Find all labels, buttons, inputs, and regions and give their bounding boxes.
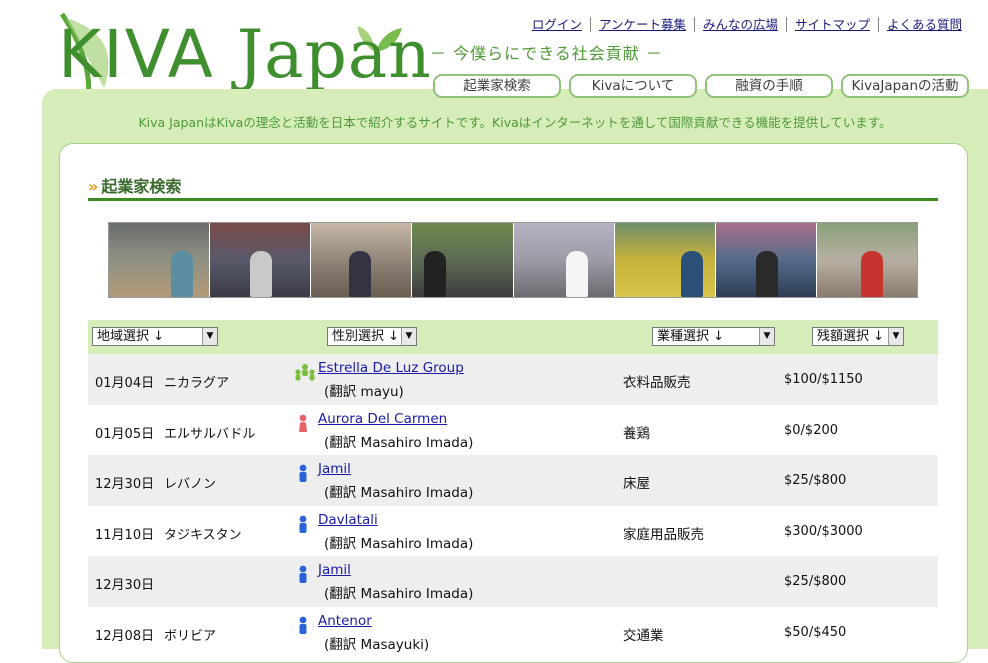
top-links: ログイン アンケート募集 みんなの広場 サイトマップ よくある質問 <box>524 14 970 33</box>
section-title: » 起業家検索 <box>88 177 182 196</box>
dropdown-arrow-icon: ▼ <box>888 328 903 345</box>
country: ニカラグア <box>164 376 230 391</box>
country: タジキスタン <box>164 527 242 543</box>
male-icon <box>299 464 307 482</box>
region-select[interactable]: 地域選択 ↓ ▼ <box>92 327 218 346</box>
translator: (翻訳 mayu) <box>324 384 404 400</box>
country: ボリビア <box>164 628 217 644</box>
entrepreneur-photo-strip <box>108 222 918 298</box>
entrepreneur-name-link[interactable]: Aurora Del Carmen <box>318 411 447 427</box>
faq-link[interactable]: よくある質問 <box>877 17 970 32</box>
country: エルサルバドル <box>164 426 256 442</box>
entrepreneur-photo[interactable] <box>109 223 211 297</box>
post-date: 01月04日 <box>95 376 155 391</box>
male-icon <box>299 565 307 583</box>
table-row: 01月04日 ニカラグア Estrella De Luz Group (翻訳 m… <box>88 354 938 405</box>
loan-amount: $0/$200 <box>784 422 839 438</box>
logo-kiva: KIVA <box>58 16 215 93</box>
filter-bar: 地域選択 ↓ ▼ 性別選択 ↓ ▼ 業種選択 ↓ ▼ 残額選択 ↓ ▼ <box>88 320 938 354</box>
sector: 家庭用品販売 <box>623 526 704 543</box>
entrepreneur-photo[interactable] <box>614 223 716 297</box>
logo-wordmark: KIVA Japan <box>58 8 432 88</box>
post-date: 11月10日 <box>95 527 155 543</box>
tagline: － 今僕らにできる社会貢献 － <box>430 44 663 63</box>
entrepreneur-photo[interactable] <box>210 223 312 297</box>
post-date: 01月05日 <box>95 426 155 442</box>
entrepreneur-photo[interactable] <box>412 223 514 297</box>
dropdown-arrow-icon: ▼ <box>202 328 217 345</box>
entrepreneur-name-link[interactable]: Davlatali <box>318 512 378 528</box>
gender-select[interactable]: 性別選択 ↓ ▼ <box>327 327 417 346</box>
logo-japan: Japan <box>236 16 432 93</box>
table-row: 12月30日 Jamil (翻訳 Masahiro Imada) $25/$80… <box>88 556 938 607</box>
translator: (翻訳 Masahiro Imada) <box>324 434 474 451</box>
loan-amount: $50/$450 <box>784 624 847 640</box>
remaining-amount-select[interactable]: 残額選択 ↓ ▼ <box>812 327 904 346</box>
entrepreneur-name-link[interactable]: Jamil <box>318 562 351 578</box>
table-row: 12月30日 レバノン Jamil (翻訳 Masahiro Imada) 床屋… <box>88 455 938 506</box>
entrepreneur-list: 01月04日 ニカラグア Estrella De Luz Group (翻訳 m… <box>88 354 938 657</box>
entrepreneur-photo[interactable] <box>715 223 817 297</box>
dropdown-arrow-icon: ▼ <box>401 328 416 345</box>
sector-select[interactable]: 業種選択 ↓ ▼ <box>652 327 775 346</box>
table-row: 01月05日 エルサルバドル Aurora Del Carmen (翻訳 Mas… <box>88 405 938 456</box>
entrepreneur-photo[interactable] <box>311 223 413 297</box>
post-date: 12月30日 <box>95 477 155 492</box>
entrepreneur-name-link[interactable]: Antenor <box>318 613 372 629</box>
sector: 衣料品販売 <box>623 375 691 391</box>
tab-about-kiva[interactable]: Kivaについて <box>569 74 697 98</box>
dropdown-arrow-icon: ▼ <box>759 328 774 345</box>
survey-link[interactable]: アンケート募集 <box>589 17 694 32</box>
loan-amount: $100/$1150 <box>784 372 863 387</box>
male-icon <box>299 616 307 634</box>
tab-kivajapan-activities[interactable]: KivaJapanの活動 <box>841 74 969 98</box>
country: レバノン <box>164 477 217 492</box>
sector: 交通業 <box>623 627 664 644</box>
group-icon <box>295 364 315 381</box>
login-link[interactable]: ログイン <box>524 17 590 32</box>
male-icon <box>299 515 307 533</box>
loan-amount: $300/$3000 <box>784 523 863 539</box>
translator: (翻訳 Masahiro Imada) <box>324 535 474 552</box>
tab-entrepreneur-search[interactable]: 起業家検索 <box>433 74 561 98</box>
translator: (翻訳 Masahiro Imada) <box>324 485 474 501</box>
translator: (翻訳 Masahiro Imada) <box>324 586 474 602</box>
tab-loan-procedure[interactable]: 融資の手順 <box>705 74 833 98</box>
entrepreneur-photo[interactable] <box>513 223 615 297</box>
intro-text: Kiva JapanはKivaの理念と活動を日本で紹介するサイトです。Kivaは… <box>138 115 892 130</box>
loan-amount: $25/$800 <box>784 473 847 488</box>
sector: 養鶏 <box>623 425 650 442</box>
entrepreneur-photo[interactable] <box>816 223 917 297</box>
sitemap-link[interactable]: サイトマップ <box>785 17 878 32</box>
sector: 床屋 <box>623 476 650 492</box>
table-row: 11月10日 タジキスタン Davlatali (翻訳 Masahiro Ima… <box>88 506 938 557</box>
entrepreneur-name-link[interactable]: Estrella De Luz Group <box>318 360 464 376</box>
female-icon <box>299 414 307 432</box>
main-nav: 起業家検索 Kivaについて 融資の手順 KivaJapanの活動 <box>433 74 969 98</box>
post-date: 12月08日 <box>95 628 155 644</box>
title-divider <box>88 198 938 201</box>
translator: (翻訳 Masayuki) <box>324 636 430 653</box>
loan-amount: $25/$800 <box>784 574 847 589</box>
post-date: 12月30日 <box>95 578 155 593</box>
chevron-right-icon: » <box>88 177 98 196</box>
community-link[interactable]: みんなの広場 <box>693 17 786 32</box>
entrepreneur-name-link[interactable]: Jamil <box>318 461 351 477</box>
table-row: 12月08日 ボリビア Antenor (翻訳 Masayuki) 交通業 $5… <box>88 607 938 658</box>
